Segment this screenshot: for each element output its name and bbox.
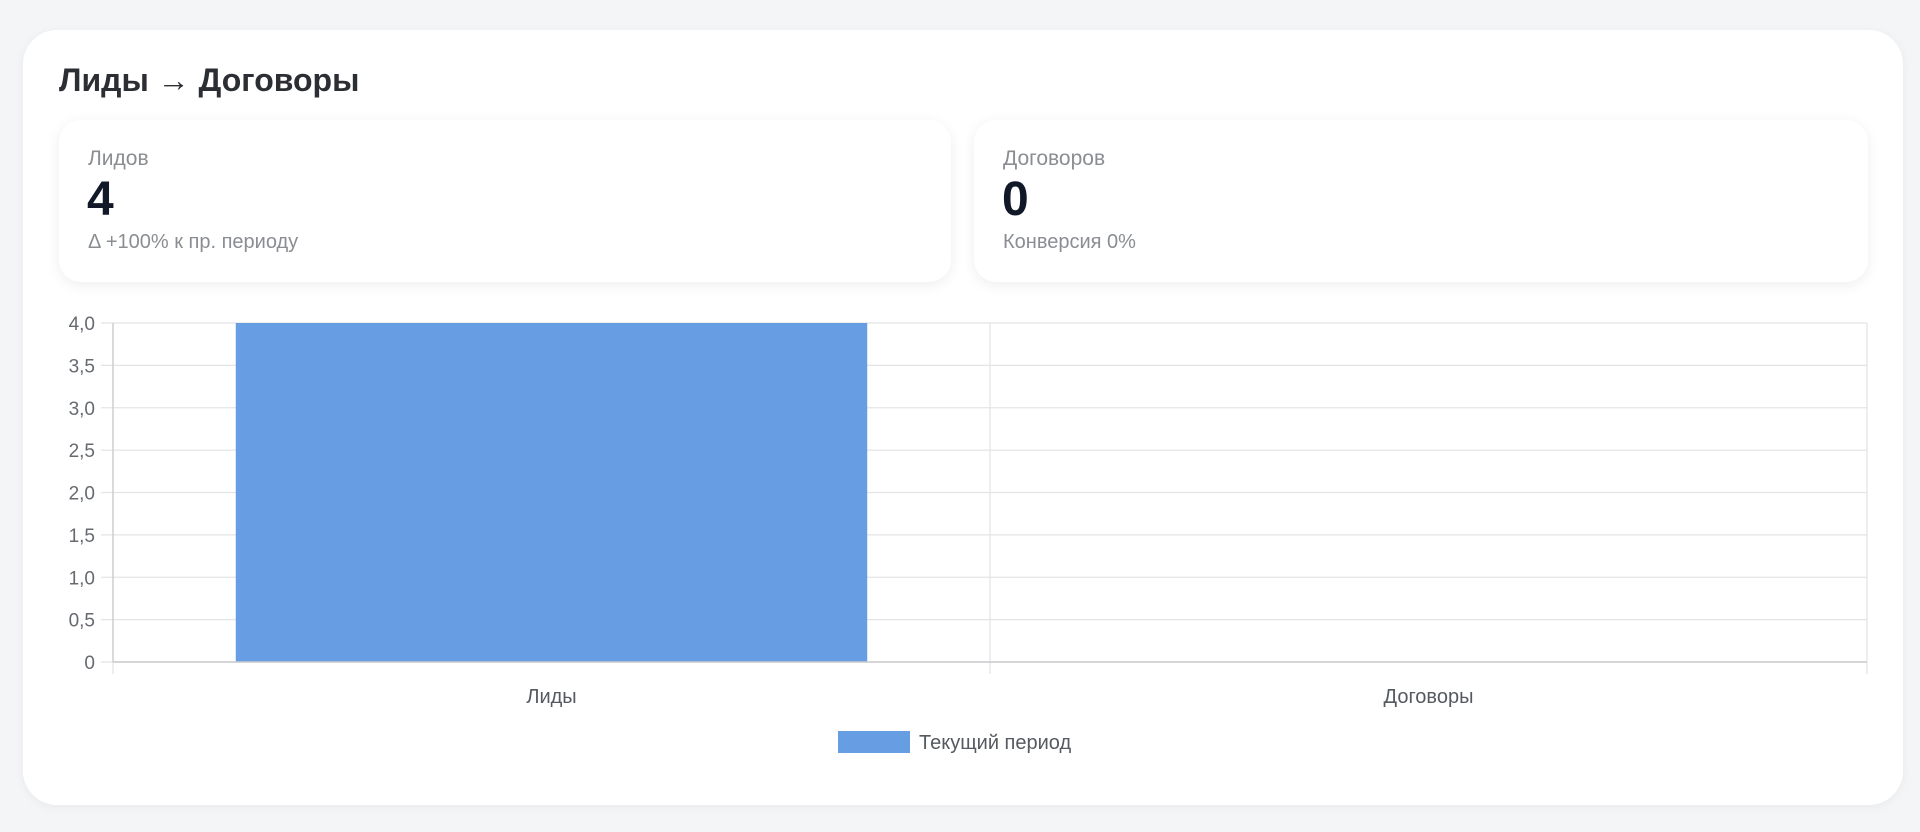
bar-chart: 4,0 3,5 3,0 2,5 2,0 1,5 1,0 0,5 0 Лиды Договоры Тек… xyxy=(69,314,1868,754)
y-tick-label: 2,0 xyxy=(69,484,95,505)
y-tick-label: 2,5 xyxy=(69,441,95,462)
x-tick-label: Лиды xyxy=(526,686,576,708)
y-tick-label: 3,5 xyxy=(69,356,95,377)
y-tick-label: 0,5 xyxy=(69,611,95,632)
x-tick-label: Договоры xyxy=(1384,686,1474,708)
y-tick-label: 1,5 xyxy=(69,526,95,547)
legend-label: Текущий период xyxy=(919,732,1071,754)
legend-swatch xyxy=(838,731,910,753)
y-tick-label: 0 xyxy=(84,653,95,674)
y-tick-label: 1,0 xyxy=(69,568,95,589)
funnel-card: Лиды → Договоры Лидов 4 Δ +100% к пр. пе… xyxy=(23,30,1903,805)
y-tick-label: 3,0 xyxy=(69,399,95,420)
y-tick-label: 4,0 xyxy=(69,314,95,335)
bar-leads xyxy=(235,323,868,662)
